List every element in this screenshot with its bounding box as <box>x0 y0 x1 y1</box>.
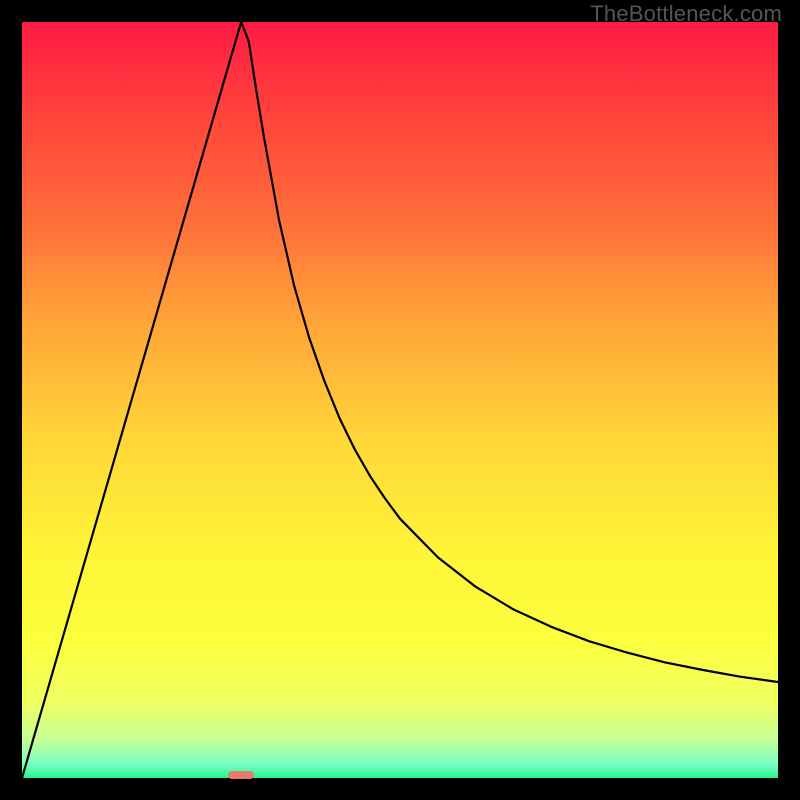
chart-container: TheBottleneck.com <box>0 0 800 800</box>
nose-marker <box>228 771 254 779</box>
background-gradient <box>22 22 778 778</box>
plot-area <box>22 22 778 778</box>
